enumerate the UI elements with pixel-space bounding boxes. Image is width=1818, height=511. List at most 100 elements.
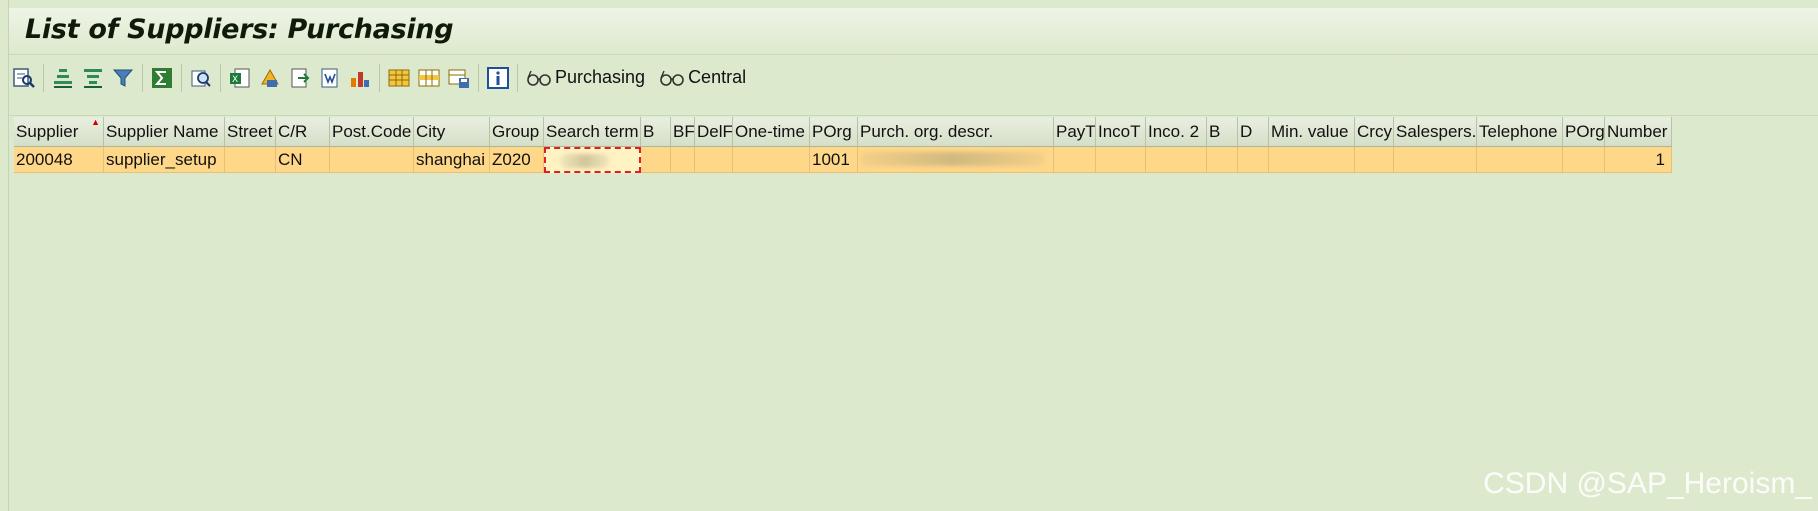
table-header-row: Supplier ▲ Supplier Name Street C/R Post.… (14, 117, 1672, 147)
cell-search-term[interactable] (544, 147, 641, 173)
column-header-label: Min. value (1271, 122, 1349, 141)
column-header-label: POrg (1565, 122, 1605, 141)
column-header-crcy[interactable]: Crcy (1355, 117, 1394, 147)
column-header-delf[interactable]: DelF (695, 117, 733, 147)
cell-country[interactable]: CN (276, 147, 330, 173)
column-header-label: Search term (546, 122, 639, 141)
cell-group[interactable]: Z020 (490, 147, 544, 173)
redacted-text (860, 152, 1045, 166)
sort-descending-icon[interactable] (78, 61, 108, 95)
column-header-label: Group (492, 122, 540, 141)
toolbar-separator (142, 63, 143, 92)
column-header-b2[interactable]: B (1207, 117, 1238, 147)
column-header-supplier-name[interactable]: Supplier Name (104, 117, 225, 147)
svg-text:X: X (232, 75, 238, 85)
select-layout-icon[interactable] (414, 61, 444, 95)
column-header-label: POrg (812, 122, 852, 141)
cell-delf[interactable] (695, 147, 733, 173)
cell-number[interactable]: 1 (1605, 147, 1672, 173)
cell-street[interactable] (225, 147, 276, 173)
column-header-label: D (1240, 122, 1253, 141)
column-header-country[interactable]: C/R (276, 117, 330, 147)
cell-supplier-name[interactable]: supplier_setup (104, 147, 225, 173)
cell-supplier[interactable]: 200048 (14, 147, 104, 173)
column-header-label: IncoT (1098, 122, 1141, 141)
column-header-postal-code[interactable]: Post.Code (330, 117, 414, 147)
sum-icon[interactable] (147, 61, 177, 95)
glasses-icon (527, 70, 551, 86)
column-header-city[interactable]: City (414, 117, 490, 147)
column-header-group[interactable]: Group (490, 117, 544, 147)
column-header-d[interactable]: D (1238, 117, 1269, 147)
cell-bf[interactable] (671, 147, 695, 173)
toolbar-separator (478, 63, 479, 92)
column-header-label: Post.Code (332, 122, 412, 141)
cell-postal-code[interactable] (330, 147, 414, 173)
application-toolbar: X Purchasing Central (9, 55, 1818, 100)
column-header-label: B (1209, 122, 1221, 141)
column-header-telephone[interactable]: Telephone (1477, 117, 1563, 147)
column-header-street[interactable]: Street (225, 117, 276, 147)
column-header-label: Supplier (16, 122, 79, 141)
cell-one-time[interactable] (733, 147, 810, 173)
cell-city[interactable]: shanghai (414, 147, 490, 173)
export-excel-icon[interactable]: X (225, 61, 255, 95)
column-header-label: C/R (278, 122, 308, 141)
purchasing-button[interactable]: Purchasing (522, 61, 655, 95)
column-header-porg2[interactable]: POrg (1563, 117, 1605, 147)
cell-d[interactable] (1238, 147, 1269, 173)
page-title: List of Suppliers: Purchasing (25, 14, 454, 45)
cell-inco2[interactable] (1146, 147, 1207, 173)
cell-purch-org-descr[interactable] (858, 147, 1054, 173)
word-processing-icon[interactable] (315, 61, 345, 95)
column-header-label: Salespers. (1396, 122, 1477, 141)
toolbar-separator (43, 63, 44, 92)
cell-porg2[interactable] (1563, 147, 1605, 173)
column-header-label: BF (673, 122, 695, 141)
column-header-supplier[interactable]: Supplier ▲ (14, 117, 104, 147)
glasses-icon (660, 70, 684, 86)
title-bar: List of Suppliers: Purchasing (9, 8, 1818, 55)
cell-b[interactable] (641, 147, 671, 173)
cell-b2[interactable] (1207, 147, 1238, 173)
cell-incot[interactable] (1096, 147, 1146, 173)
details-icon[interactable] (9, 61, 39, 95)
print-preview-icon[interactable] (186, 61, 216, 95)
column-header-porg[interactable]: POrg (810, 117, 858, 147)
export-file-icon[interactable] (285, 61, 315, 95)
watermark: CSDN @SAP_Heroism_ (1483, 467, 1812, 500)
column-header-min-value[interactable]: Min. value (1269, 117, 1355, 147)
cell-payt[interactable] (1054, 147, 1096, 173)
column-header-incot[interactable]: IncoT (1096, 117, 1146, 147)
abc-analysis-icon[interactable] (255, 61, 285, 95)
change-layout-icon[interactable] (384, 61, 414, 95)
cell-telephone[interactable] (1477, 147, 1563, 173)
column-header-bf[interactable]: BF (671, 117, 695, 147)
toolbar-separator (181, 63, 182, 92)
cell-salesperson[interactable] (1394, 147, 1477, 173)
table-row[interactable]: 200048 supplier_setup CN shanghai Z020 1… (14, 147, 1672, 173)
column-header-label: Supplier Name (106, 122, 219, 141)
cell-porg[interactable]: 1001 (810, 147, 858, 173)
column-header-number[interactable]: Number (1605, 117, 1672, 147)
column-header-inco2[interactable]: Inco. 2 (1146, 117, 1207, 147)
redacted-text (560, 154, 610, 168)
column-header-payt[interactable]: PayT (1054, 117, 1096, 147)
central-button[interactable]: Central (655, 61, 756, 95)
cell-min-value[interactable] (1269, 147, 1355, 173)
column-header-b[interactable]: B (641, 117, 671, 147)
information-icon[interactable] (483, 61, 513, 95)
column-header-one-time[interactable]: One-time (733, 117, 810, 147)
toolbar-separator (517, 63, 518, 92)
column-header-purch-org-descr[interactable]: Purch. org. descr. (858, 117, 1054, 147)
save-layout-icon[interactable] (444, 61, 474, 95)
filter-icon[interactable] (108, 61, 138, 95)
grid-top-rule (9, 115, 1818, 116)
cell-crcy[interactable] (1355, 147, 1394, 173)
sort-ascending-icon[interactable] (48, 61, 78, 95)
graphic-icon[interactable] (345, 61, 375, 95)
column-header-label: PayT (1056, 122, 1096, 141)
column-header-salesperson[interactable]: Salespers. (1394, 117, 1477, 147)
column-header-label: Crcy (1357, 122, 1392, 141)
column-header-search-term[interactable]: Search term (544, 117, 641, 147)
